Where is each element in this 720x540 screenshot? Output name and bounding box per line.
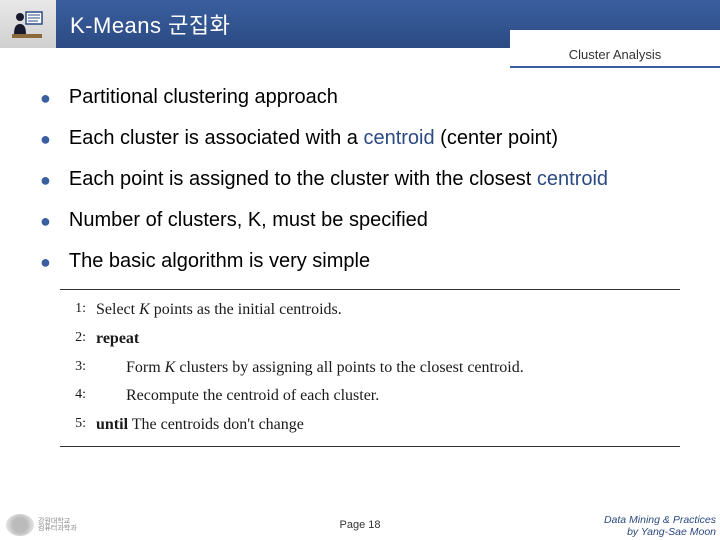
bullet-text: Number of clusters, K, must be specified bbox=[69, 207, 428, 234]
algorithm-step-text: repeat bbox=[96, 325, 680, 354]
list-item: ● Number of clusters, K, must be specifie… bbox=[40, 207, 680, 234]
slide-header: K-Means 군집화 Cluster Analysis bbox=[0, 0, 720, 48]
algorithm-step-number: 5: bbox=[60, 411, 86, 440]
bullet-text: Each cluster is associated with a centro… bbox=[69, 125, 558, 152]
bullet-text: Each point is assigned to the cluster wi… bbox=[69, 166, 608, 193]
list-item: ● Each point is assigned to the cluster w… bbox=[40, 166, 680, 193]
algorithm-step-number: 4: bbox=[60, 382, 86, 411]
slide-subtitle: Cluster Analysis bbox=[510, 30, 720, 68]
list-item: ● Each cluster is associated with a centr… bbox=[40, 125, 680, 152]
slide-content: ● Partitional clustering approach ● Each cl… bbox=[0, 48, 720, 275]
presenter-icon bbox=[0, 0, 56, 48]
algorithm-step-text: Recompute the centroid of each cluster. bbox=[96, 382, 680, 411]
algorithm-line: 3: Form K clusters by assigning all point… bbox=[60, 354, 680, 383]
credit-text: Data Mining & Practicesby Yang-Sae Moon bbox=[604, 514, 716, 538]
slide-footer: 강원대학교컴퓨터과학과 Page 18 Data Mining & Practi… bbox=[0, 510, 720, 540]
bullet-text: Partitional clustering approach bbox=[69, 84, 338, 111]
algorithm-step-text: until The centroids don't change bbox=[96, 411, 680, 440]
university-name: 강원대학교컴퓨터과학과 bbox=[38, 518, 77, 532]
algorithm-line: 4: Recompute the centroid of each cluster… bbox=[60, 382, 680, 411]
bullet-icon: ● bbox=[40, 86, 51, 110]
algorithm-step-number: 3: bbox=[60, 354, 86, 383]
list-item: ● Partitional clustering approach bbox=[40, 84, 680, 111]
algorithm-line: 1: Select K points as the initial centroi… bbox=[60, 296, 680, 325]
bullet-list: ● Partitional clustering approach ● Each cl… bbox=[40, 84, 680, 275]
bullet-icon: ● bbox=[40, 127, 51, 151]
university-logo-icon bbox=[6, 514, 34, 536]
bullet-icon: ● bbox=[40, 250, 51, 274]
bullet-text: The basic algorithm is very simple bbox=[69, 248, 370, 275]
algorithm-step-number: 1: bbox=[60, 296, 86, 325]
algorithm-step-text: Form K clusters by assigning all points … bbox=[96, 354, 680, 383]
bullet-icon: ● bbox=[40, 209, 51, 233]
algorithm-step-text: Select K points as the initial centroids… bbox=[96, 296, 680, 325]
list-item: ● The basic algorithm is very simple bbox=[40, 248, 680, 275]
algorithm-line: 2: repeat bbox=[60, 325, 680, 354]
algorithm-step-number: 2: bbox=[60, 325, 86, 354]
algorithm-box: 1: Select K points as the initial centroi… bbox=[60, 289, 680, 447]
bullet-icon: ● bbox=[40, 168, 51, 192]
algorithm-line: 5: until The centroids don't change bbox=[60, 411, 680, 440]
page-number: Page 18 bbox=[340, 519, 381, 531]
